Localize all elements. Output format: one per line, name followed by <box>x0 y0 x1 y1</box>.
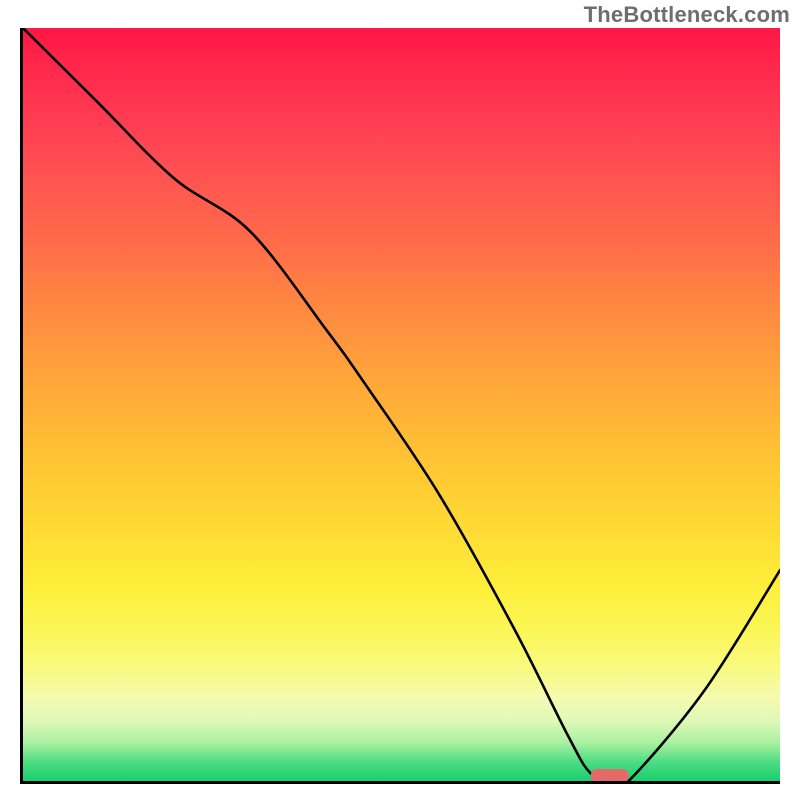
bottleneck-curve <box>23 28 780 781</box>
chart-frame <box>20 28 780 784</box>
optimum-marker <box>591 769 629 781</box>
watermark-text: TheBottleneck.com <box>584 2 790 28</box>
chart-svg <box>23 28 780 781</box>
